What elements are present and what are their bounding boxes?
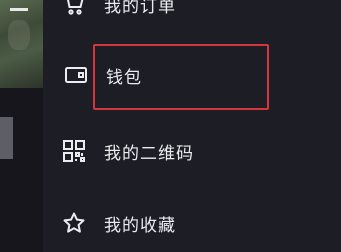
screen: 我的订单 钱包 我的二维码 我的收藏 [0, 0, 341, 252]
menu-item-favorites[interactable]: 我的收藏 [62, 208, 176, 238]
background-image [0, 0, 43, 88]
menu-item-label: 我的收藏 [104, 215, 176, 236]
wallet-icon [64, 63, 88, 87]
background-strip [0, 117, 13, 159]
menu-item-label: 我的二维码 [104, 143, 194, 164]
menu-item-qrcode[interactable]: 我的二维码 [62, 136, 194, 166]
star-icon [62, 211, 86, 235]
menu-item-label: 我的订单 [104, 0, 176, 17]
cart-icon [62, 0, 86, 16]
highlight-box [93, 44, 269, 110]
menu-item-orders[interactable]: 我的订单 [62, 0, 176, 19]
background-divider [10, 8, 28, 11]
background-content [0, 0, 43, 252]
qrcode-icon [62, 139, 86, 163]
